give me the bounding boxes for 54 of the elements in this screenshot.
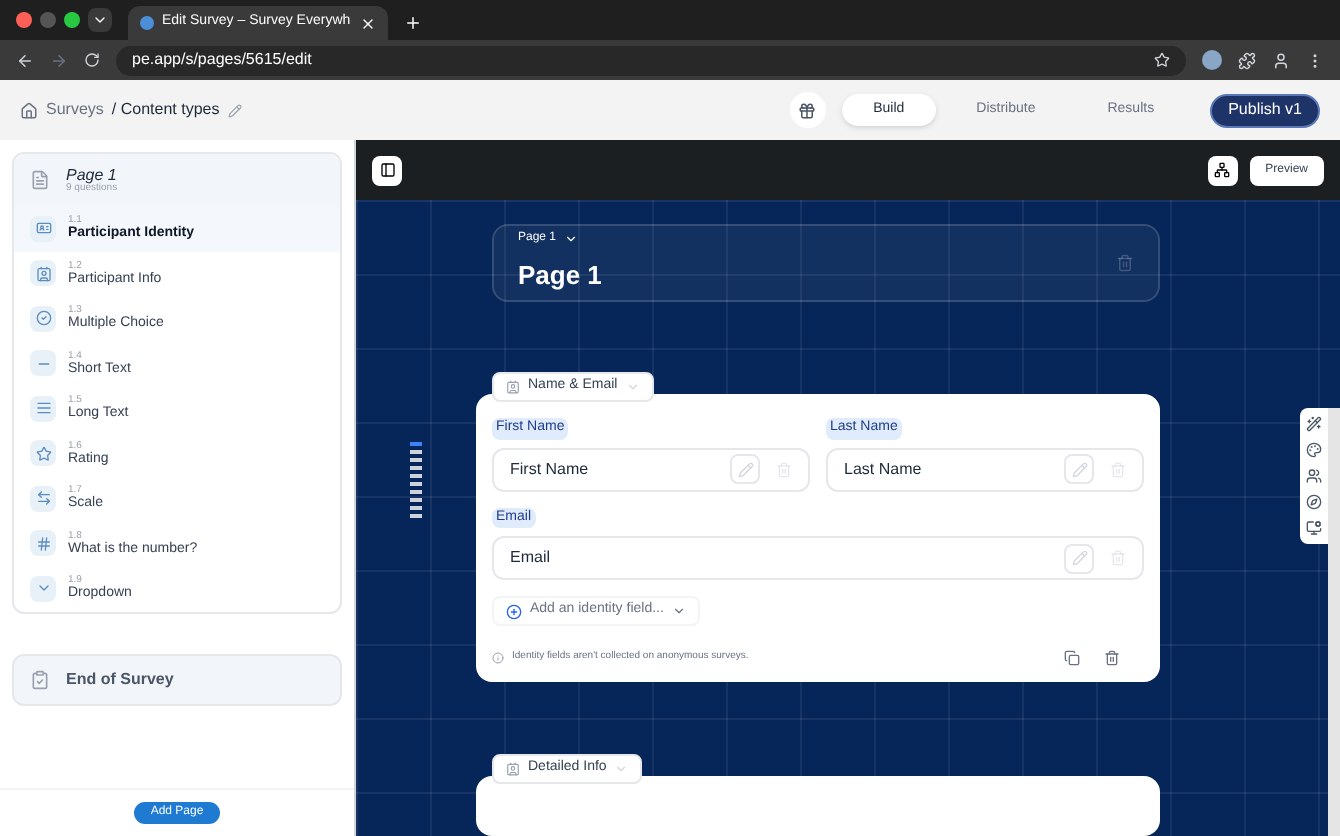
document-icon: [30, 170, 50, 190]
bookmark-icon[interactable]: [1154, 52, 1170, 68]
question-type-icon: [35, 445, 51, 462]
duplicate-icon[interactable]: [1064, 650, 1080, 666]
back-icon[interactable]: [16, 51, 34, 69]
pencil-icon: [1071, 550, 1087, 566]
breadcrumb-current: / Content types: [111, 98, 220, 122]
question-type-icon: [35, 220, 51, 237]
maximize-window-icon[interactable]: [64, 12, 80, 28]
pencil-icon: [737, 461, 753, 477]
contact-card-icon: [506, 380, 520, 394]
site-icon: [140, 16, 154, 30]
panel-icon: [379, 162, 395, 178]
extensions-icon[interactable]: [1238, 51, 1256, 69]
home-icon[interactable]: [20, 101, 38, 119]
question-type-icon: [35, 490, 51, 507]
progress-ticks-icon: [410, 442, 422, 518]
gift-icon: [798, 101, 817, 119]
question-type-icon: [35, 400, 51, 417]
users-icon[interactable]: [1306, 468, 1322, 484]
end-of-survey-item[interactable]: End of Survey: [12, 653, 342, 705]
chevron-down-icon: [625, 380, 640, 394]
palette-icon[interactable]: [1306, 442, 1322, 458]
monitor-icon[interactable]: [1306, 520, 1322, 536]
add-circle-icon: [506, 603, 522, 619]
question-type-icon: [35, 535, 51, 552]
page-title: Page 1: [518, 258, 604, 295]
reload-icon[interactable]: [84, 52, 100, 68]
pencil-icon: [1071, 461, 1087, 477]
delete-icon[interactable]: [1104, 650, 1120, 666]
compass-icon[interactable]: [1306, 494, 1322, 510]
new-tab-icon[interactable]: [404, 14, 422, 32]
close-icon[interactable]: [360, 15, 376, 31]
info-icon: [492, 652, 504, 664]
flow-button[interactable]: [1207, 155, 1238, 185]
chevron-down-icon: [564, 232, 579, 247]
profile-icon[interactable]: [1272, 51, 1290, 69]
chevron-down-icon: [614, 762, 629, 776]
network-icon: [1214, 162, 1231, 178]
profile-extension-icon[interactable]: [1202, 50, 1222, 70]
wand-icon[interactable]: [1306, 416, 1322, 432]
question-type-icon: [35, 310, 51, 327]
gift-button[interactable]: [789, 92, 826, 128]
chevron-down-icon: [92, 12, 108, 28]
clipboard-check-icon: [30, 669, 50, 689]
address-bar[interactable]: pe.app/s/pages/5615/edit: [116, 45, 1186, 75]
sidebar-toggle-button[interactable]: [372, 155, 402, 185]
contact-card-icon: [506, 762, 520, 776]
question-type-icon: [35, 265, 51, 282]
chevron-down-icon: [671, 604, 686, 618]
publish-button[interactable]: Publish v1: [1210, 93, 1320, 127]
tab-list-button[interactable]: [88, 8, 112, 32]
close-window-icon[interactable]: [16, 12, 32, 28]
breadcrumb-link[interactable]: Surveys: [46, 98, 104, 122]
